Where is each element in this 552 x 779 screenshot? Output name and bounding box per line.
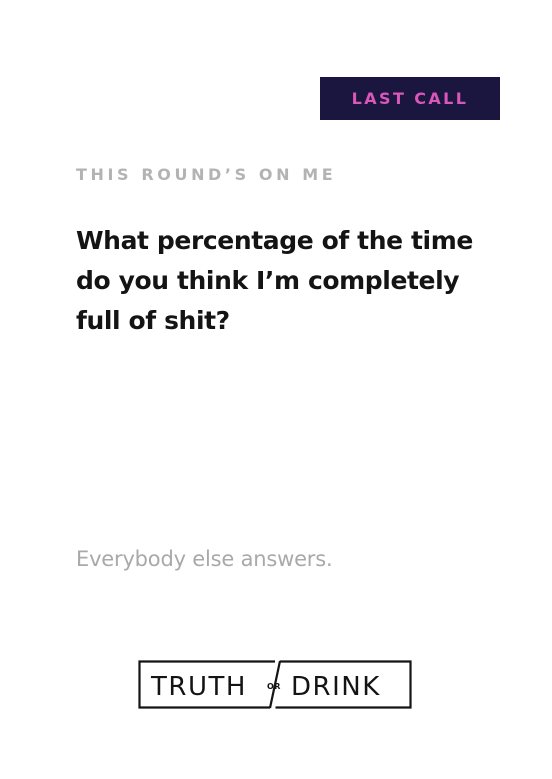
truth-or-drink-logo: TRUTH OR DRINK bbox=[138, 660, 412, 709]
game-card: LAST CALL THIS ROUND’S ON ME What percen… bbox=[0, 0, 552, 779]
logo-word-or: OR bbox=[267, 682, 281, 691]
badge-label: LAST CALL bbox=[351, 89, 469, 108]
question-text: What percentage of the time do you think… bbox=[76, 226, 473, 335]
instruction-text: Everybody else answers. bbox=[76, 547, 333, 571]
category-label: THIS ROUND’S ON ME bbox=[76, 165, 337, 184]
last-call-badge: LAST CALL bbox=[320, 77, 500, 120]
logo-word-truth: TRUTH bbox=[150, 672, 247, 702]
logo-word-drink: DRINK bbox=[291, 672, 381, 702]
